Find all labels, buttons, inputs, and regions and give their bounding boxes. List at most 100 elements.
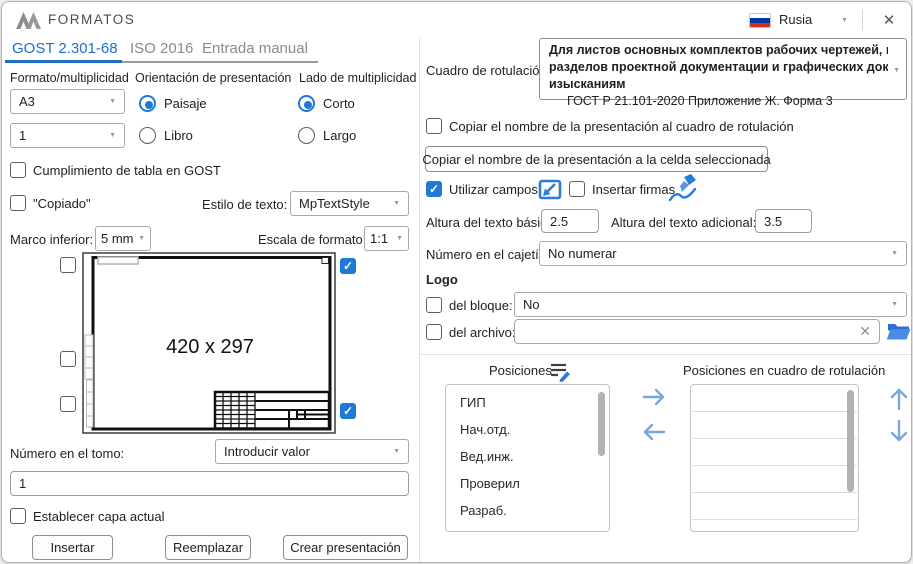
dropdown-arrow-icon: ▼ <box>109 98 116 105</box>
checkbox-box <box>10 508 26 524</box>
replace-button[interactable]: Reemplazar <box>165 535 251 560</box>
window-title: FORMATOS <box>48 12 135 27</box>
multiplier-select[interactable]: 1 ▼ <box>10 123 125 148</box>
position-item[interactable]: Проверил <box>446 470 609 497</box>
panel-divider <box>419 38 420 563</box>
volume-mode-select[interactable]: Introducir valor ▼ <box>215 439 409 464</box>
stamp-number-label: Número en el cajetín: <box>426 247 550 262</box>
text-style-select[interactable]: MpTextStyle ▼ <box>290 191 409 216</box>
bottom-margin-select[interactable]: 5 mm ▼ <box>95 226 151 251</box>
copy-name-to-cell-button[interactable]: Copiar el nombre de la presentación a la… <box>425 146 768 172</box>
section-divider <box>420 354 912 355</box>
radio-portrait[interactable]: Libro <box>139 127 193 144</box>
stamp-number-select[interactable]: No numerar ▼ <box>539 241 907 266</box>
preview-left-middle-checkbox[interactable] <box>60 351 76 367</box>
format-select[interactable]: A3 ▼ <box>10 89 125 114</box>
positions-in-titleblock-label: Posiciones en cuadro de rotulación <box>683 363 885 378</box>
app-logo-icon <box>15 10 43 30</box>
move-left-icon[interactable] <box>640 421 668 443</box>
orientation-section-label: Orientación de presentación <box>135 71 291 85</box>
additional-text-height-input[interactable] <box>755 209 812 233</box>
folder-open-icon[interactable] <box>886 319 911 343</box>
russia-flag-icon <box>749 13 771 28</box>
radio-short-side[interactable]: Corto <box>298 95 355 112</box>
position-item[interactable]: Н.контр. <box>446 524 609 532</box>
side-section-label: Lado de multiplicidad <box>299 71 416 85</box>
titleblock-value-line3: изысканиям <box>549 76 888 93</box>
positions-label: Posiciones <box>489 363 552 378</box>
text-style-label: Estilo de texto: <box>202 197 287 212</box>
tab-gost[interactable]: GOST 2.301-68 <box>12 40 118 57</box>
position-item[interactable]: Нач.отд. <box>446 416 609 443</box>
preview-right-bottom-checkbox[interactable] <box>340 403 356 419</box>
logo-section-label: Logo <box>426 272 458 287</box>
logo-block-select[interactable]: No ▼ <box>514 292 907 317</box>
move-down-icon[interactable] <box>887 418 911 444</box>
language-dropdown-arrow-icon[interactable]: ▼ <box>841 17 848 24</box>
titleblock-select[interactable]: Для листов основных комплектов рабочих ч… <box>539 38 907 100</box>
format-scale-select[interactable]: 1:1 ▼ <box>364 226 409 251</box>
copy-name-checkbox[interactable]: Copiar el nombre de la presentación al c… <box>426 118 794 134</box>
insert-button[interactable]: Insertar <box>32 535 113 560</box>
clear-icon[interactable]: ✕ <box>859 323 871 340</box>
move-up-icon[interactable] <box>887 386 911 412</box>
dropdown-arrow-icon: ▼ <box>891 301 898 308</box>
fields-icon[interactable] <box>538 178 562 202</box>
insert-signatures-checkbox[interactable]: Insertar firmas <box>569 181 675 197</box>
gost-table-checkbox[interactable]: Cumplimiento de tabla en GOST <box>10 162 221 178</box>
preview-right-top-checkbox[interactable] <box>340 258 356 274</box>
positions-list[interactable]: ГИП Нач.отд. Вед.инж. Проверил Разраб. Н… <box>445 384 610 532</box>
empty-rows <box>692 385 857 531</box>
bottom-margin-label: Marco inferior: <box>10 232 93 247</box>
checkbox-box <box>569 181 585 197</box>
volume-number-input[interactable] <box>10 471 409 496</box>
titlebar-separator <box>862 10 863 30</box>
tab-iso[interactable]: ISO 2016 <box>130 40 193 57</box>
base-text-height-input[interactable] <box>541 209 599 233</box>
format-scale-label: Escala de formato: <box>258 232 366 247</box>
move-right-icon[interactable] <box>640 386 668 408</box>
checkbox-box <box>426 118 442 134</box>
format-preview: 420 x 297 <box>82 252 337 435</box>
radio-dot <box>139 127 156 144</box>
positions-list-scrollbar[interactable] <box>598 392 605 456</box>
close-icon[interactable]: ✕ <box>874 7 904 33</box>
position-item[interactable]: ГИП <box>446 389 609 416</box>
radio-landscape[interactable]: Paisaje <box>139 95 207 112</box>
base-text-height-label: Altura del texto básica: <box>426 215 558 230</box>
volume-number-label: Número en el tomo: <box>10 446 124 461</box>
copied-checkbox[interactable]: "Copiado" <box>10 195 91 211</box>
logo-from-block-checkbox[interactable]: del bloque: <box>426 297 513 313</box>
language-select-label[interactable]: Rusia <box>779 12 812 27</box>
set-current-layer-checkbox[interactable]: Establecer capa actual <box>10 508 165 524</box>
logo-file-input[interactable]: ✕ <box>514 319 880 344</box>
dropdown-arrow-icon: ▼ <box>396 235 403 242</box>
format-section-label: Formato/multiplicidad <box>10 71 129 85</box>
positions-in-titleblock-scrollbar[interactable] <box>847 390 854 492</box>
titleblock-value-line1: Для листов основных комплектов рабочих ч… <box>549 42 888 59</box>
create-layout-button[interactable]: Crear presentación <box>283 535 408 560</box>
positions-list-items: ГИП Нач.отд. Вед.инж. Проверил Разраб. Н… <box>446 385 609 532</box>
position-item[interactable]: Разраб. <box>446 497 609 524</box>
formats-dialog: FORMATOS Rusia ▼ ✕ GOST 2.301-68 ISO 201… <box>1 1 912 563</box>
dropdown-arrow-icon: ▼ <box>393 200 400 207</box>
preview-left-top-checkbox[interactable] <box>60 257 76 273</box>
preview-left-bottom-checkbox[interactable] <box>60 396 76 412</box>
radio-long-side[interactable]: Largo <box>298 127 356 144</box>
preview-size-text: 420 x 297 <box>166 336 254 358</box>
use-fields-checkbox[interactable]: Utilizar campos <box>426 181 538 197</box>
dropdown-arrow-icon: ▼ <box>393 448 400 455</box>
dropdown-arrow-icon: ▼ <box>109 132 116 139</box>
active-tab-underline <box>5 60 122 63</box>
checkbox-box <box>426 297 442 313</box>
edit-list-icon[interactable] <box>550 362 572 382</box>
signature-pen-icon[interactable] <box>666 173 698 203</box>
additional-text-height-label: Altura del texto adicional: <box>611 215 756 230</box>
logo-from-file-checkbox[interactable]: del archivo: <box>426 324 515 340</box>
position-item[interactable]: Вед.инж. <box>446 443 609 470</box>
dropdown-arrow-icon: ▼ <box>893 67 900 74</box>
titleblock-value-subtitle: ГОСТ Р 21.101-2020 Приложение Ж. Форма 3 <box>549 93 888 110</box>
tab-underline <box>122 61 318 63</box>
tab-manual[interactable]: Entrada manual <box>202 40 308 57</box>
positions-in-titleblock-list[interactable] <box>690 384 859 532</box>
